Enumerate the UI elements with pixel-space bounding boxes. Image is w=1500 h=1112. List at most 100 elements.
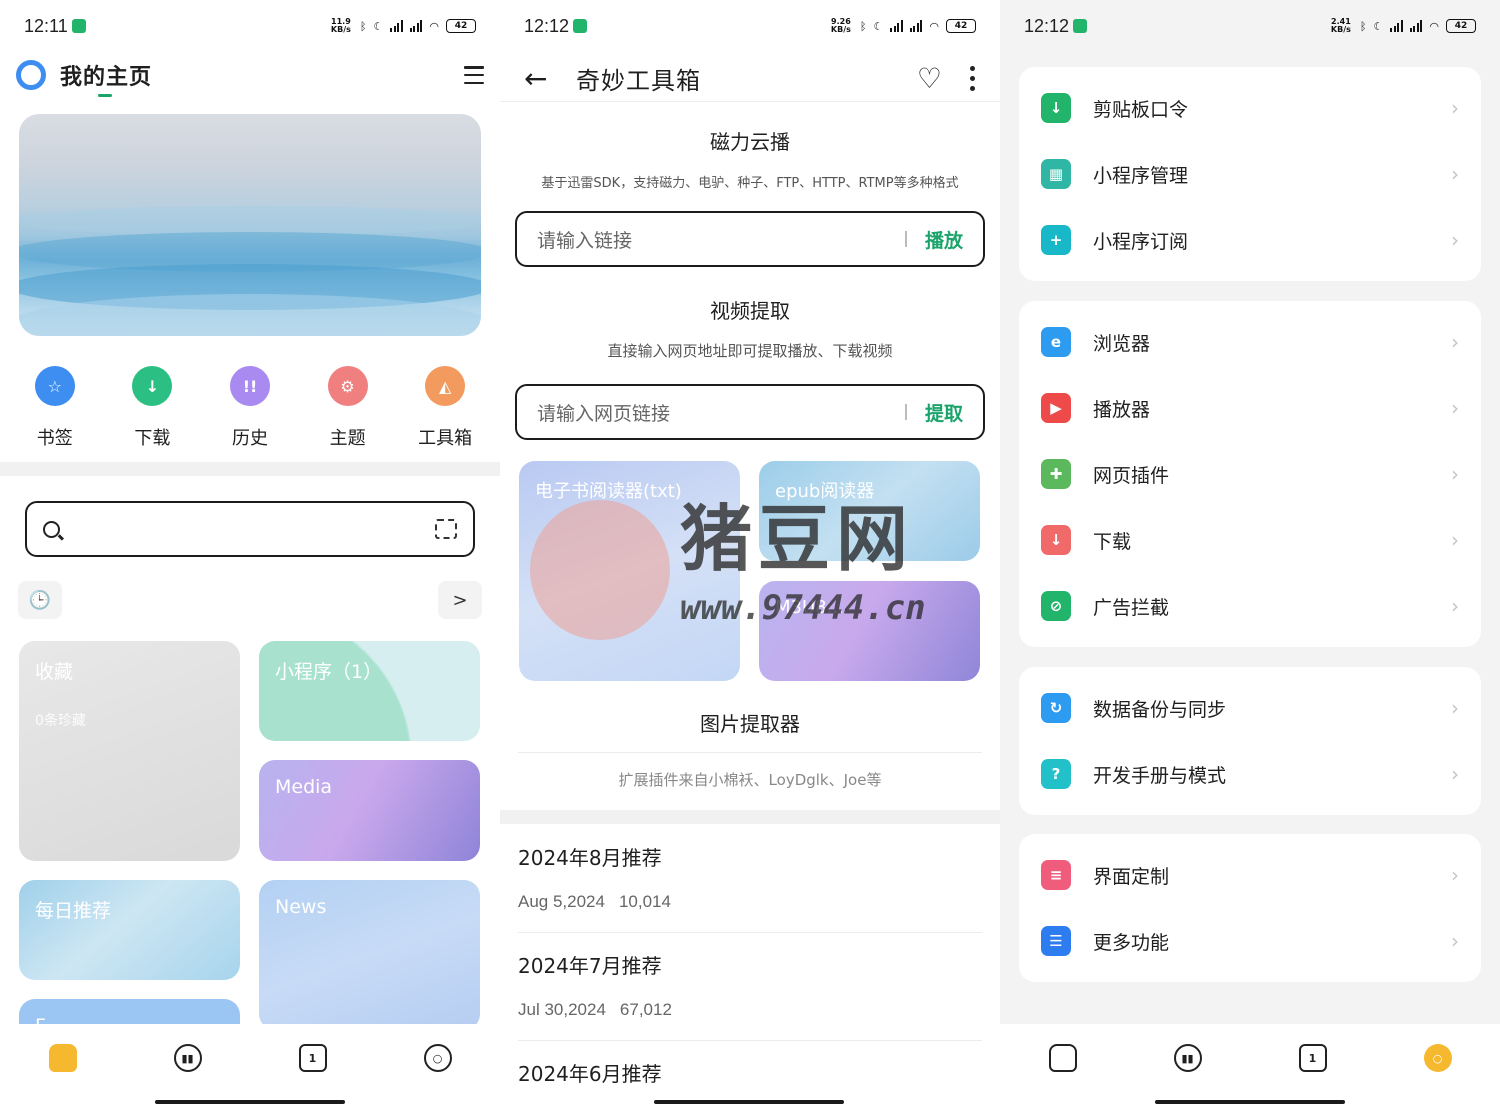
search-bar[interactable] [25,501,475,557]
tab-count-icon[interactable]: 1 [298,1044,327,1072]
scan-icon[interactable] [435,519,457,539]
gear-icon: ⚙ [327,366,368,406]
recommendation-title: 2024年6月推荐 [518,1062,662,1086]
settings-hex-icon[interactable]: ○ [423,1044,452,1072]
settings-row-label: 界面定制 [1093,865,1170,888]
tile-epub-reader[interactable]: epub阅读器 [759,461,980,561]
shield-block-icon: ⊘ [1041,591,1071,621]
quick-action-label: 下载 [134,428,171,449]
card-daily-picks[interactable]: 每日推荐 [19,880,240,980]
hero-banner[interactable] [19,114,481,336]
quick-action-download[interactable]: ↓ 下载 [104,366,202,450]
tile-label: M3U8... [775,597,844,618]
page-title: 奇妙工具箱 [576,67,701,95]
settings-row-label: 播放器 [1093,398,1151,421]
settings-row[interactable]: ▶ 播放器 › [1019,375,1481,441]
tile-m3u8[interactable]: M3U8... [759,581,980,681]
webpage-link-input[interactable]: 请输入网页链接 [537,399,670,426]
gesture-bar [155,1100,345,1104]
settings-row[interactable]: ↓ 下载 › [1019,507,1481,573]
play-button[interactable]: 播放 [925,226,963,253]
moon-icon: ☾ [1373,19,1384,33]
status-bar: 12:11 11.9 KB/s ᛒ ☾ ◠ 42 [0,0,500,52]
quick-action-label: 主题 [329,428,366,449]
settings-row[interactable]: ✚ 网页插件 › [1019,441,1481,507]
settings-hex-icon[interactable]: ○ [1423,1044,1452,1072]
download-tray-icon: ↓ [1041,525,1071,555]
card-favorites[interactable]: 收藏 0条珍藏 [19,641,240,861]
toolbox-header: ← 奇妙工具箱 ♡ [500,56,1000,102]
bluetooth-icon: ᛒ [1359,19,1367,33]
menu-icon[interactable] [464,66,484,84]
settings-row[interactable]: ⊘ 广告拦截 › [1019,573,1481,639]
magnet-title: 磁力云播 [710,130,790,154]
pause-face-icon[interactable]: ▮▮ [1173,1044,1202,1072]
magnet-link-input[interactable]: 请输入链接 [537,226,632,253]
more-vertical-icon[interactable] [970,66,976,91]
card-media[interactable]: Media [259,760,480,861]
tile-label: epub阅读器 [775,481,875,502]
quick-action-bookmark[interactable]: ☆ 书签 [6,366,104,450]
status-time: 12:12 [524,15,570,36]
chevron-right-icon: › [1451,228,1459,252]
settings-row[interactable]: ? 开发手册与模式 › [1019,741,1481,807]
toolbox-screen: 12:12 9.26 KB/s ᛒ ☾ ◠ 42 ← 奇妙工具箱 ♡ 磁力云播 … [500,0,1000,1112]
back-arrow-icon[interactable]: ← [524,62,552,95]
signal-icon [890,20,903,32]
settings-group: ↻ 数据备份与同步 ›? 开发手册与模式 › [1019,667,1481,815]
tab-count-icon[interactable]: 1 [1298,1044,1327,1072]
settings-row[interactable]: + 小程序订阅 › [1019,207,1481,273]
section-divider [500,810,1000,824]
home-icon[interactable] [48,1044,77,1072]
quick-action-history[interactable]: !! 历史 [201,366,299,450]
clock-icon: 🕒 [28,589,52,611]
app-logo-icon[interactable] [16,60,46,90]
card-miniprograms[interactable]: 小程序（1） [259,641,480,741]
moon-icon: ☾ [873,19,884,33]
settings-row[interactable]: e 浏览器 › [1019,309,1481,375]
tile-label: 电子书阅读器(txt) [535,481,682,502]
quick-action-theme[interactable]: ⚙ 主题 [299,366,397,450]
heart-icon[interactable]: ♡ [917,62,942,95]
card-title: 收藏 [35,661,74,683]
status-bar: 12:12 2.41 KB/s ᛒ ☾ ◠ 42 [1000,0,1500,52]
image-extractor-title[interactable]: 图片提取器 [500,708,1000,737]
settings-group: e 浏览器 › ▶ 播放器 › ✚ 网页插件 › ↓ 下载 › ⊘ 广告拦截 › [1019,301,1481,647]
section-divider [0,462,500,476]
settings-row-label: 下载 [1093,530,1132,553]
settings-row[interactable]: ↻ 数据备份与同步 › [1019,675,1481,741]
settings-row[interactable]: ▦ 小程序管理 › [1019,141,1481,207]
divider [518,1040,982,1041]
pause-face-icon[interactable]: ▮▮ [173,1044,202,1072]
history-button[interactable]: 🕒 [18,581,62,619]
quick-action-label: 书签 [36,428,73,449]
puzzle-icon: ✚ [1041,459,1071,489]
cloud-sync-icon: ↻ [1041,693,1071,723]
card-news[interactable]: News [259,880,480,1030]
signal-icon [390,20,403,32]
chevron-right-icon: › [1451,96,1459,120]
recommendation-meta: Aug 5,2024 10,014 [518,892,671,911]
quick-action-toolbox[interactable]: ◭ 工具箱 [396,366,494,450]
battery-icon: 42 [1446,19,1476,33]
tile-txt-reader[interactable]: 电子书阅读器(txt) [519,461,740,681]
video-title: 视频提取 [710,299,790,323]
battery-icon: 42 [446,19,476,33]
search-icon [43,520,60,538]
extract-button[interactable]: 提取 [925,399,963,426]
recommendation-meta: Jul 30,2024 67,012 [518,1000,672,1019]
home-icon[interactable] [1048,1044,1077,1072]
webpage-link-field[interactable]: 请输入网页链接 提取 [515,384,985,440]
moon-icon: ☾ [373,19,384,33]
settings-row[interactable]: ≡ 界面定制 › [1019,842,1481,908]
gesture-bar [1155,1100,1345,1104]
settings-row[interactable]: ↓ 剪贴板口令 › [1019,75,1481,141]
page-title: 我的主页 [60,59,152,97]
wifi-icon: ◠ [429,19,439,33]
divider [518,932,982,933]
chevron-right-icon: › [1451,396,1459,420]
magnet-link-field[interactable]: 请输入链接 播放 [515,211,985,267]
more-button[interactable]: > [438,581,482,619]
settings-row[interactable]: ☰ 更多功能 › [1019,908,1481,974]
bluetooth-icon: ᛒ [859,19,867,33]
